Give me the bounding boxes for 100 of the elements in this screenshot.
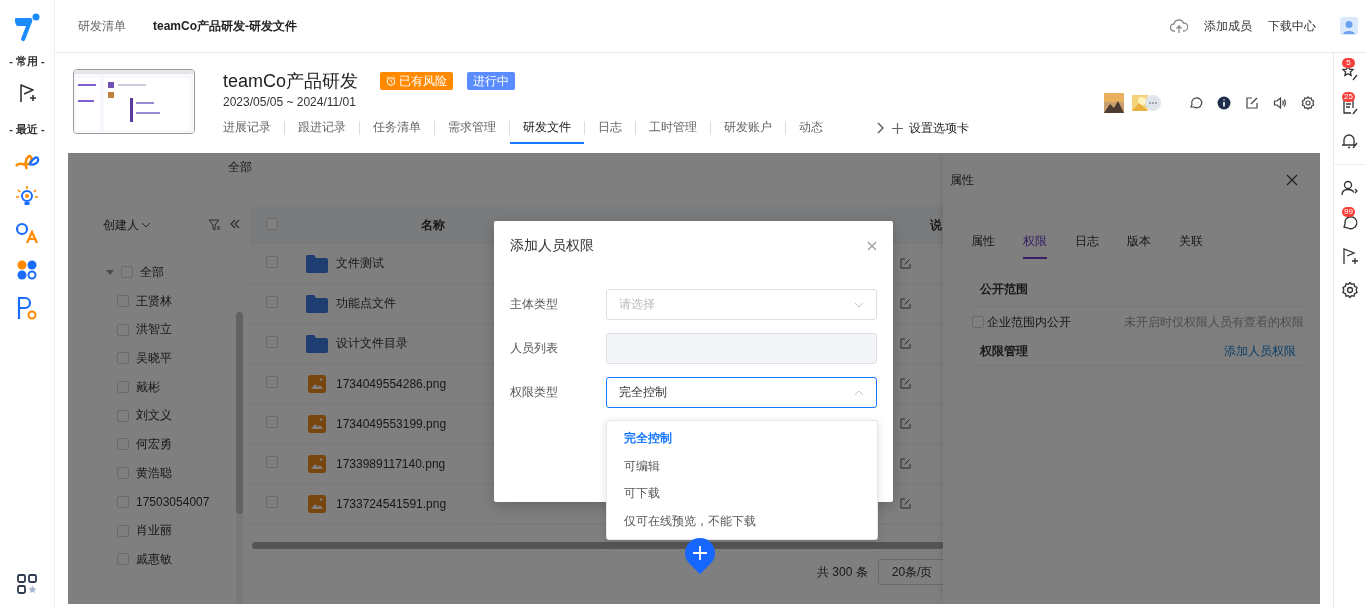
tab[interactable]: 跟进记录 <box>285 118 359 144</box>
circle-triangle-icon[interactable] <box>15 222 39 244</box>
settings-icon[interactable] <box>1341 281 1359 299</box>
tree-item[interactable]: 吴晓平 <box>136 349 172 367</box>
tab[interactable]: 属性 <box>971 233 995 259</box>
filter-icon[interactable] <box>208 219 220 231</box>
count-badge: 99 <box>1342 207 1355 217</box>
scrollbar[interactable] <box>252 542 944 549</box>
tab[interactable]: 研发账户 <box>711 118 785 144</box>
file-name[interactable]: 1733989117140.png <box>336 456 446 471</box>
edit-icon[interactable] <box>1245 96 1259 110</box>
risk-tag: 已有风险 <box>380 72 454 90</box>
dropdown-option[interactable]: 仅可在线预览，不能下载 <box>607 507 877 535</box>
select-field[interactable]: 完全控制 <box>606 377 877 408</box>
file-name[interactable]: 文件测试 <box>336 255 384 272</box>
upload-icon[interactable] <box>1170 18 1188 34</box>
image-icon <box>308 414 326 433</box>
file-name[interactable]: 设计文件目录 <box>336 335 408 352</box>
date-range: 2023/05/05 ~ 2024/11/01 <box>223 95 357 109</box>
field-label: 主体类型 <box>510 296 559 313</box>
tab[interactable]: 版本 <box>1127 233 1151 259</box>
more-members-icon[interactable] <box>1145 95 1161 111</box>
dropdown-option[interactable]: 可下载 <box>607 480 877 508</box>
collapse-icon[interactable] <box>230 219 240 229</box>
filter-tab[interactable]: 全部 <box>228 159 252 176</box>
dropdown-option[interactable]: 可编辑 <box>607 452 877 480</box>
tree-item[interactable]: 17503054007 <box>136 494 210 509</box>
file-name[interactable]: 1734049554286.png <box>336 376 447 391</box>
image-icon <box>308 374 326 393</box>
section-label: - 常用 - <box>9 54 45 69</box>
chevron-up-icon <box>854 389 864 396</box>
section-heading: 公开范围 <box>980 281 1028 298</box>
speaker-icon[interactable] <box>1273 96 1287 110</box>
breadcrumb-item: teamCo产品研发-研发文件 <box>153 17 297 35</box>
image-icon <box>308 494 326 513</box>
scrollbar[interactable] <box>236 312 243 604</box>
loop-icon[interactable] <box>14 152 40 172</box>
apps-grid-icon[interactable] <box>16 573 38 595</box>
file-name[interactable]: 1733724541591.png <box>336 496 447 511</box>
breadcrumb-item[interactable]: 研发清单 <box>78 17 126 35</box>
bell-icon[interactable] <box>1341 132 1359 150</box>
tree-item[interactable]: 王贤林 <box>136 292 172 310</box>
add-permission-link[interactable]: 添加人员权限 <box>1224 342 1296 360</box>
field-label: 人员列表 <box>510 340 559 357</box>
chevron-right-icon[interactable] <box>876 122 884 134</box>
settings-icon[interactable] <box>1301 96 1315 110</box>
avatar-icon[interactable] <box>1340 17 1358 35</box>
tab[interactable]: 日志 <box>1075 233 1099 259</box>
tab[interactable]: 工时管理 <box>636 118 710 144</box>
column-header[interactable]: 说 <box>930 216 942 234</box>
section-heading: 权限管理 <box>980 342 1028 360</box>
tree-item[interactable]: 全部 <box>140 263 164 281</box>
plus-icon <box>693 546 707 560</box>
folder-icon <box>305 333 329 354</box>
file-name[interactable]: 1734049553199.png <box>336 416 447 431</box>
file-name[interactable]: 功能点文件 <box>336 295 396 312</box>
dropdown-option[interactable]: 完全控制 <box>607 425 877 453</box>
info-icon[interactable] <box>1217 96 1231 110</box>
tree-item[interactable]: 戴彬 <box>136 378 160 396</box>
count-badge: 25 <box>1342 92 1355 102</box>
tree-item[interactable]: 肖业丽 <box>136 522 172 540</box>
tab[interactable]: 日志 <box>585 118 635 144</box>
field-label: 权限类型 <box>510 384 559 401</box>
chevron-down-icon <box>141 222 151 228</box>
tab[interactable]: 动态 <box>786 118 836 144</box>
tab[interactable]: 需求管理 <box>435 118 509 144</box>
flag-plus-icon[interactable] <box>1341 247 1359 265</box>
tree-item[interactable]: 戚惠敏 <box>136 550 172 568</box>
header-link[interactable]: 下载中心 <box>1268 17 1316 35</box>
plus-icon <box>892 122 903 134</box>
close-icon[interactable] <box>867 241 877 251</box>
tab[interactable]: 研发文件 <box>510 118 584 144</box>
total-count: 共 300 条 <box>817 563 868 581</box>
folder-icon <box>305 253 329 274</box>
column-header[interactable]: 名称 <box>420 216 445 234</box>
tree-item[interactable]: 刘文义 <box>136 407 172 425</box>
tab[interactable]: 关联 <box>1179 233 1203 259</box>
tab[interactable]: 权限 <box>1023 233 1047 259</box>
document-icon[interactable] <box>1341 98 1359 116</box>
image-icon <box>308 454 326 473</box>
filter-dropdown[interactable]: 创建人 <box>103 216 151 234</box>
caret-icon[interactable] <box>106 268 114 277</box>
close-icon[interactable] <box>1286 174 1298 186</box>
logo-icon[interactable] <box>14 12 40 42</box>
tab[interactable]: 任务清单 <box>360 118 434 144</box>
checkbox-label[interactable]: 企业范围内公开 <box>987 313 1071 331</box>
tab[interactable]: 进展记录 <box>223 118 284 144</box>
chat-icon[interactable] <box>1189 96 1203 110</box>
section-label: - 最近 - <box>9 122 45 137</box>
tree-item[interactable]: 黄浩聪 <box>136 464 172 482</box>
project-title: teamCo产品研发 <box>223 70 359 93</box>
count-badge: 5 <box>1342 58 1355 68</box>
tree-item[interactable]: 洪智立 <box>136 321 172 339</box>
add-tab-button[interactable]: 设置选项卡 <box>892 119 969 137</box>
header-link[interactable]: 添加成员 <box>1204 17 1252 35</box>
bar-circle-icon[interactable] <box>16 296 38 320</box>
four-dots-icon[interactable] <box>16 259 38 281</box>
panel-title: 属性 <box>950 171 974 189</box>
tree-item[interactable]: 何宏勇 <box>136 435 172 453</box>
person-icon[interactable] <box>1341 179 1359 197</box>
